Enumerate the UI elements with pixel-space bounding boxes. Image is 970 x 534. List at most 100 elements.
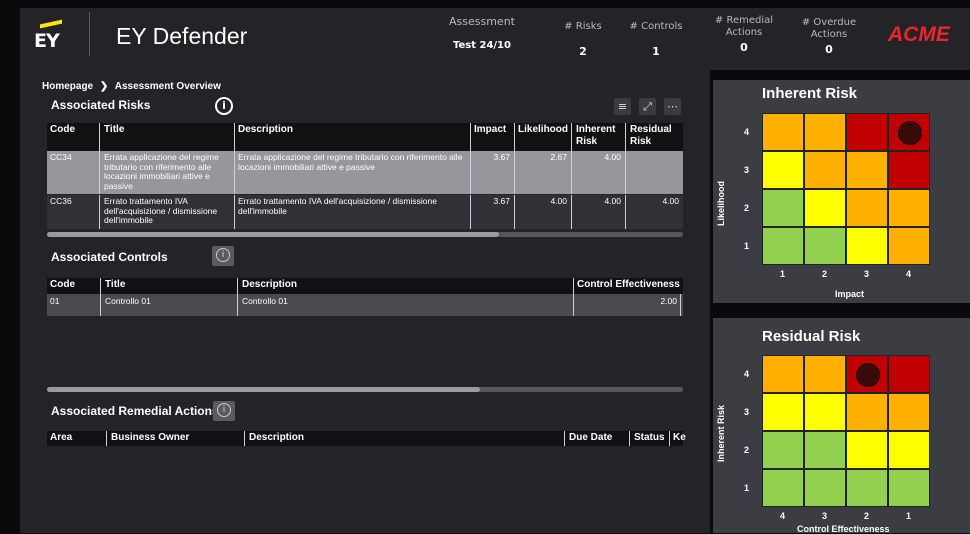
col-description[interactable]: Description — [238, 124, 293, 136]
inherent-risk-cell[interactable] — [762, 227, 804, 265]
risks-horizontal-scrollbar[interactable] — [47, 232, 683, 237]
controls-section-title: Associated Controls — [51, 250, 168, 264]
residual-risk-x-tick: 4 — [780, 511, 786, 521]
controls-horizontal-scrollbar[interactable] — [47, 387, 683, 392]
inherent-x-axis-label: Impact — [835, 289, 865, 299]
inherent-risk-x-tick: 1 — [780, 269, 786, 279]
residual-risk-cell[interactable] — [888, 469, 930, 507]
inherent-risk-cell[interactable] — [804, 113, 846, 151]
info-icon[interactable]: i — [212, 246, 234, 266]
inherent-risk-cell[interactable] — [804, 151, 846, 189]
residual-risk-cell[interactable] — [762, 355, 804, 393]
filter-icon[interactable]: ≡ — [614, 98, 631, 115]
inherent-risk-cell[interactable] — [846, 151, 888, 189]
col-inherent-risk[interactable]: Inherent Risk — [576, 124, 620, 148]
remedial-table-header: Area Business Owner Description Due Date… — [47, 431, 686, 446]
col-impact[interactable]: Impact — [474, 124, 506, 136]
col-residual-risk[interactable]: Residual Risk — [630, 124, 674, 148]
residual-risk-marker[interactable] — [856, 363, 880, 387]
residual-risk-cell[interactable] — [888, 355, 930, 393]
acme-brand-logo: ACME — [888, 23, 950, 46]
risks-table-header: Code Title Description Impact Likelihood… — [47, 123, 683, 151]
top-header: EY EY Defender Assessment Test 24/10 # R… — [20, 8, 970, 70]
inherent-risk-y-tick: 4 — [744, 127, 750, 137]
col-title[interactable]: Title — [104, 124, 124, 136]
residual-risk-cell[interactable] — [846, 469, 888, 507]
col-business-owner[interactable]: Business Owner — [111, 432, 189, 444]
expand-icon[interactable]: ⤢ — [639, 98, 656, 115]
col-code[interactable]: Code — [50, 124, 75, 136]
stat-risks: # Risks 2 — [564, 21, 602, 58]
inherent-risk-cell[interactable] — [846, 113, 888, 151]
residual-risk-y-tick: 1 — [744, 483, 750, 493]
col-code[interactable]: Code — [50, 279, 75, 291]
residual-risk-cell[interactable] — [762, 431, 804, 469]
breadcrumb-home[interactable]: Homepage — [42, 81, 93, 92]
table-row[interactable]: CC36 Errato trattamento IVA dell'acquisi… — [47, 195, 683, 229]
info-icon[interactable]: i — [213, 401, 235, 421]
stat-controls: # Controls 1 — [629, 21, 683, 58]
stat-assessment: Assessment Test 24/10 — [449, 15, 515, 52]
residual-risk-cell[interactable] — [762, 393, 804, 431]
col-area[interactable]: Area — [50, 432, 72, 444]
residual-risk-y-tick: 4 — [744, 369, 750, 379]
inherent-risk-cell[interactable] — [762, 151, 804, 189]
ey-logo: EY — [34, 18, 64, 52]
residual-risk-title: Residual Risk — [762, 328, 861, 345]
inherent-risk-y-tick: 2 — [744, 203, 750, 213]
inherent-risk-cell[interactable] — [762, 189, 804, 227]
residual-risk-y-tick: 2 — [744, 445, 750, 455]
inherent-risk-x-tick: 2 — [822, 269, 828, 279]
inherent-risk-title: Inherent Risk — [762, 85, 858, 102]
residual-risk-x-tick: 3 — [822, 511, 828, 521]
residual-risk-cell[interactable] — [804, 469, 846, 507]
inherent-risk-cell[interactable] — [762, 113, 804, 151]
residual-risk-cell[interactable] — [888, 393, 930, 431]
inherent-risk-cell[interactable] — [804, 189, 846, 227]
residual-risk-cell[interactable] — [888, 431, 930, 469]
app-title: EY Defender — [116, 23, 248, 49]
residual-y-axis-label: Inherent Risk — [716, 404, 726, 462]
col-due-date[interactable]: Due Date — [569, 432, 612, 444]
col-ke[interactable]: Ke — [673, 432, 686, 444]
chevron-right-icon: ❯ — [99, 81, 109, 92]
residual-risk-cell[interactable] — [846, 431, 888, 469]
breadcrumb: Homepage ❯ Assessment Overview — [42, 81, 221, 92]
col-control-effectiveness[interactable]: Control Effectiveness — [577, 279, 680, 291]
inherent-risk-cell[interactable] — [804, 227, 846, 265]
inherent-risk-cell[interactable] — [888, 227, 930, 265]
controls-table-header: Code Title Description Control Effective… — [47, 278, 683, 294]
inherent-risk-x-tick: 3 — [864, 269, 870, 279]
residual-risk-cell[interactable] — [804, 431, 846, 469]
risks-section-title: Associated Risks — [51, 98, 151, 112]
residual-risk-x-tick: 2 — [864, 511, 870, 521]
table-row[interactable]: 01 Controllo 01 Controllo 01 2.00 — [47, 294, 683, 316]
residual-risk-x-tick: 1 — [906, 511, 912, 521]
remedial-section-title: Associated Remedial Actions — [51, 404, 219, 418]
col-likelihood[interactable]: Likelihood — [518, 124, 568, 136]
residual-risk-cell[interactable] — [846, 393, 888, 431]
residual-risk-cell[interactable] — [804, 393, 846, 431]
inherent-risk-cell[interactable] — [846, 189, 888, 227]
info-icon[interactable]: i — [215, 97, 233, 115]
residual-risk-cell[interactable] — [804, 355, 846, 393]
breadcrumb-current: Assessment Overview — [114, 81, 221, 92]
inherent-y-axis-label: Likelihood — [716, 181, 726, 226]
inherent-risk-cell[interactable] — [846, 227, 888, 265]
inherent-risk-y-tick: 3 — [744, 165, 750, 175]
col-description[interactable]: Description — [242, 279, 297, 291]
inherent-risk-marker[interactable] — [898, 121, 922, 145]
stat-remedial-actions: # Remedial Actions 0 — [714, 15, 774, 54]
residual-risk-y-tick: 3 — [744, 407, 750, 417]
inherent-risk-y-tick: 1 — [744, 241, 750, 251]
col-description[interactable]: Description — [249, 432, 304, 444]
inherent-risk-x-tick: 4 — [906, 269, 912, 279]
residual-risk-cell[interactable] — [762, 469, 804, 507]
table-row[interactable]: CC34 Errata applicazione del regime trib… — [47, 151, 683, 194]
more-options-icon[interactable]: ⋯ — [664, 98, 681, 115]
inherent-risk-cell[interactable] — [888, 151, 930, 189]
col-status[interactable]: Status — [634, 432, 665, 444]
stat-overdue-actions: # Overdue Actions 0 — [801, 17, 857, 56]
col-title[interactable]: Title — [105, 279, 125, 291]
inherent-risk-cell[interactable] — [888, 189, 930, 227]
